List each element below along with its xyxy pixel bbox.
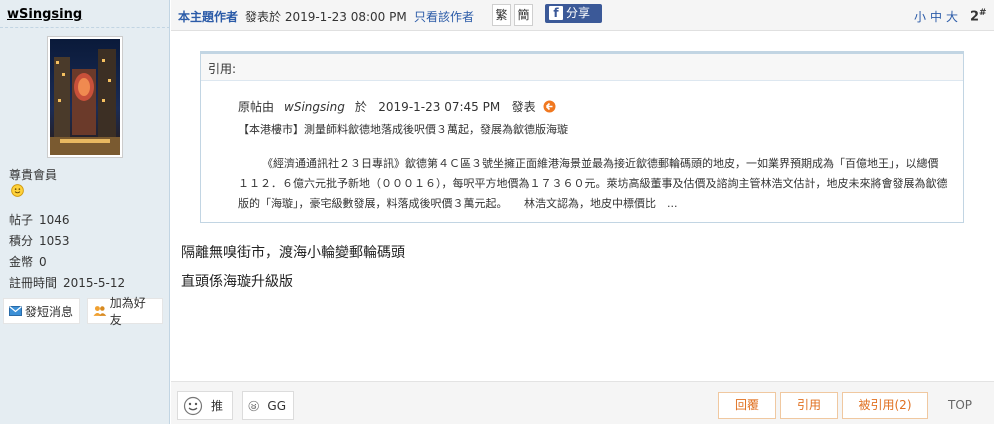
recommend-button[interactable]: 推 <box>177 391 233 420</box>
user-rank: 尊貴會員 <box>9 168 58 182</box>
quote-title: 【本港樓市】測量師料歙德地落成後呎價３萬起，發展為歙德版海璇 <box>238 123 568 136</box>
go-to-original-icon[interactable] <box>543 100 556 116</box>
stat-points: 積分 1053 <box>9 234 70 248</box>
quote-block: 引用: 原帖由 wSingsing 於 2019-1-23 07:45 PM 發表 … <box>200 51 964 223</box>
send-message-button[interactable]: 發短消息 <box>3 298 80 324</box>
quote-header: 引用: <box>201 51 963 81</box>
facebook-icon: f <box>549 6 563 20</box>
post-line: 直頭係海璇升級版 <box>181 274 293 290</box>
author-sidebar: wSingsing 尊貴會員 帖子 1046 積分 1053 金幣 0 註冊時間… <box>0 0 170 424</box>
thread-author-tag: 本主題作者 <box>178 10 239 24</box>
stat-register-date: 註冊時間 2015-5-12 <box>9 276 126 290</box>
simplified-chinese-button[interactable]: 簡 <box>514 4 533 26</box>
stat-posts: 帖子 1046 <box>9 213 70 227</box>
post-meta-bar: 本主題作者 發表於 2019-1-23 08:00 PM 只看該作者 繁 簡 f… <box>171 0 994 31</box>
author-name-link[interactable]: wSingsing <box>7 7 82 22</box>
post-content: 隔離無嗅街市，渡海小輪變郵輪碼頭 直頭係海璇升級版 <box>181 239 405 297</box>
quote-origin: 原帖由 wSingsing 於 2019-1-23 07:45 PM 發表 <box>238 98 556 116</box>
quote-button[interactable]: 引用 <box>780 392 838 419</box>
quote-origin-time: 2019-1-23 07:45 PM <box>378 100 501 114</box>
add-friend-button[interactable]: 加為好友 <box>87 296 163 327</box>
only-author-link[interactable]: 只看該作者 <box>414 8 474 25</box>
user-stats: 帖子 1046 積分 1053 金幣 0 註冊時間 2015-5-12 <box>9 210 125 294</box>
divider <box>0 27 170 28</box>
thumb-face-icon <box>183 396 203 415</box>
avatar <box>50 39 120 155</box>
traditional-chinese-button[interactable]: 繁 <box>492 4 511 26</box>
smiley-face-icon <box>11 184 24 197</box>
floor-number[interactable]: 2# <box>970 8 987 24</box>
quote-body: 《經濟通通訊社２３日專訊》歙德第４Ｃ區３號坐擁正面維港海景並最為接近歙德郵輪碼頭… <box>238 157 948 210</box>
avatar-frame[interactable] <box>47 36 123 158</box>
facebook-share-button[interactable]: f 分享 <box>545 4 602 23</box>
gg-button[interactable]: GG <box>242 391 294 420</box>
font-medium-link[interactable]: 中 <box>930 10 942 24</box>
quoted-by-button[interactable]: 被引用(2) <box>842 392 928 419</box>
pig-face-icon <box>248 400 259 411</box>
reply-button[interactable]: 回覆 <box>718 392 776 419</box>
post-time: 發表於 2019-1-23 08:00 PM <box>245 10 407 24</box>
font-small-link[interactable]: 小 <box>914 10 926 24</box>
font-size-switcher: 小中大 <box>914 8 962 25</box>
post-action-bar: 推 GG 回覆 引用 被引用(2) TOP <box>171 381 994 424</box>
stat-coins: 金幣 0 <box>9 255 47 269</box>
friends-icon <box>93 306 107 316</box>
quote-origin-user: wSingsing <box>284 100 345 114</box>
post-line: 隔離無嗅街市，渡海小輪變郵輪碼頭 <box>181 245 405 261</box>
font-large-link[interactable]: 大 <box>946 10 958 24</box>
envelope-icon <box>9 306 22 316</box>
back-to-top-button[interactable]: TOP <box>932 392 988 419</box>
